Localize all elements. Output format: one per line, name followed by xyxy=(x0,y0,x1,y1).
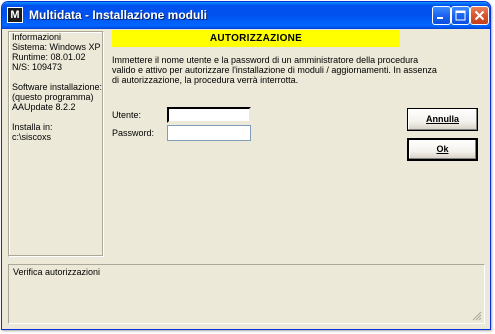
ok-button-label: Ok xyxy=(436,144,449,154)
ok-button[interactable]: Ok xyxy=(407,138,478,161)
status-text: Verifica autorizzazioni xyxy=(13,267,101,277)
description-text: Immettere il nome utente e la password d… xyxy=(112,55,437,85)
window-title: Multidata - Installazione moduli xyxy=(29,8,208,22)
app-icon: M xyxy=(7,7,23,23)
info-panel: Informazioni Sistema: Windows XP Runtime… xyxy=(8,31,104,257)
authorization-banner: AUTORIZZAZIONE xyxy=(112,30,400,47)
cancel-button-label: Annulla xyxy=(426,114,459,124)
close-button[interactable] xyxy=(470,6,489,25)
maximize-icon xyxy=(455,10,466,21)
info-software-note: (questo programma) xyxy=(12,92,94,102)
info-header: Informazioni xyxy=(12,32,62,42)
installer-window: M Multidata - Installazione moduli Infor… xyxy=(1,1,491,330)
user-input[interactable] xyxy=(167,107,251,123)
description-line-1: Immettere il nome utente e la password d… xyxy=(112,55,419,65)
description-line-2: valido e attivo per autorizzare l'instal… xyxy=(112,65,437,75)
info-install-path: c:\siscoxs xyxy=(12,132,52,142)
info-software-label: Software installazione: xyxy=(12,82,103,92)
password-input[interactable] xyxy=(167,125,251,141)
title-bar[interactable]: M Multidata - Installazione moduli xyxy=(2,2,490,29)
info-text: Informazioni Sistema: Windows XP Runtime… xyxy=(12,32,102,142)
description-line-3: di autorizzazione, la procedura verrà in… xyxy=(112,75,299,85)
info-system: Sistema: Windows XP xyxy=(12,42,101,52)
minimize-button[interactable] xyxy=(432,6,451,25)
cancel-button[interactable]: Annulla xyxy=(407,108,478,131)
minimize-icon xyxy=(437,17,443,19)
resize-grip-icon[interactable] xyxy=(472,311,482,321)
info-runtime: Runtime: 08.01.02 xyxy=(12,52,86,62)
info-software-version: AAUpdate 8.2.2 xyxy=(12,102,76,112)
close-icon xyxy=(474,10,485,21)
user-label: Utente: xyxy=(112,110,142,120)
maximize-button[interactable] xyxy=(451,6,470,25)
info-serial: N/S: 109473 xyxy=(12,62,63,72)
status-area: Verifica autorizzazioni xyxy=(8,264,485,324)
password-label: Password: xyxy=(112,128,155,138)
info-install-label: Installa in: xyxy=(12,122,53,132)
